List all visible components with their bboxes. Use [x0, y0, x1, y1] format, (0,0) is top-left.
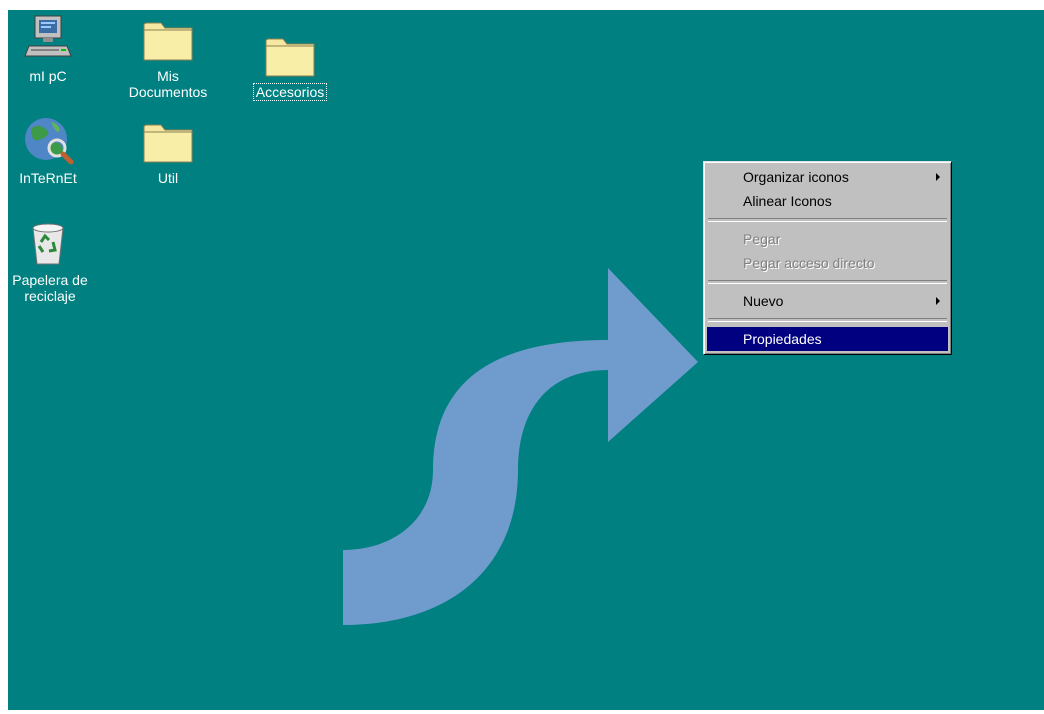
desktop-icon-util[interactable]: Util — [120, 114, 216, 188]
desktop-icon-label: InTeRnEt — [19, 170, 77, 186]
desktop-icon-mi-pc[interactable]: mI pC — [8, 12, 96, 86]
folder-icon — [141, 12, 195, 66]
menu-item-label: Organizar iconos — [743, 169, 849, 185]
desktop-icon-internet[interactable]: InTeRnEt — [8, 114, 96, 188]
desktop-icon-label: Util — [157, 170, 179, 186]
desktop-icon-papelera[interactable]: Papelera de reciclaje — [8, 216, 96, 306]
menu-item-propiedades[interactable]: Propiedades — [707, 327, 948, 351]
desktop-icon-label: Papelera de reciclaje — [12, 272, 88, 304]
folder-icon — [263, 28, 317, 82]
desktop-icon-mis-documentos[interactable]: Mis Documentos — [120, 12, 216, 102]
desktop[interactable]: mI pC Mis Documentos Accesorios InTeRnEt… — [8, 10, 1044, 710]
menu-item-pegar: Pegar — [707, 227, 948, 251]
submenu-arrow-icon — [936, 297, 940, 305]
folder-icon — [141, 114, 195, 168]
menu-item-pegar-acceso-directo: Pegar acceso directo — [707, 251, 948, 275]
desktop-icon-label: Mis Documentos — [128, 68, 208, 100]
desktop-icon-label: mI pC — [29, 68, 67, 84]
menu-item-label: Nuevo — [743, 293, 784, 309]
menu-item-alinear-iconos[interactable]: Alinear Iconos — [707, 189, 948, 213]
recycle-bin-icon — [21, 216, 75, 270]
menu-item-label: Pegar — [743, 231, 781, 247]
menu-separator — [708, 318, 947, 322]
menu-separator — [708, 280, 947, 284]
desktop-icon-label: Accesorios — [252, 83, 328, 101]
submenu-arrow-icon — [936, 173, 940, 181]
internet-globe-icon — [21, 114, 75, 168]
menu-item-label: Alinear Iconos — [743, 193, 832, 209]
menu-item-organizar-iconos[interactable]: Organizar iconos — [707, 165, 948, 189]
menu-item-label: Propiedades — [743, 331, 822, 347]
menu-item-label: Pegar acceso directo — [743, 255, 875, 271]
menu-item-nuevo[interactable]: Nuevo — [707, 289, 948, 313]
computer-icon — [21, 12, 75, 66]
desktop-icon-accesorios[interactable]: Accesorios — [242, 28, 338, 102]
context-menu: Organizar iconos Alinear Iconos Pegar Pe… — [703, 161, 952, 355]
menu-separator — [708, 218, 947, 222]
